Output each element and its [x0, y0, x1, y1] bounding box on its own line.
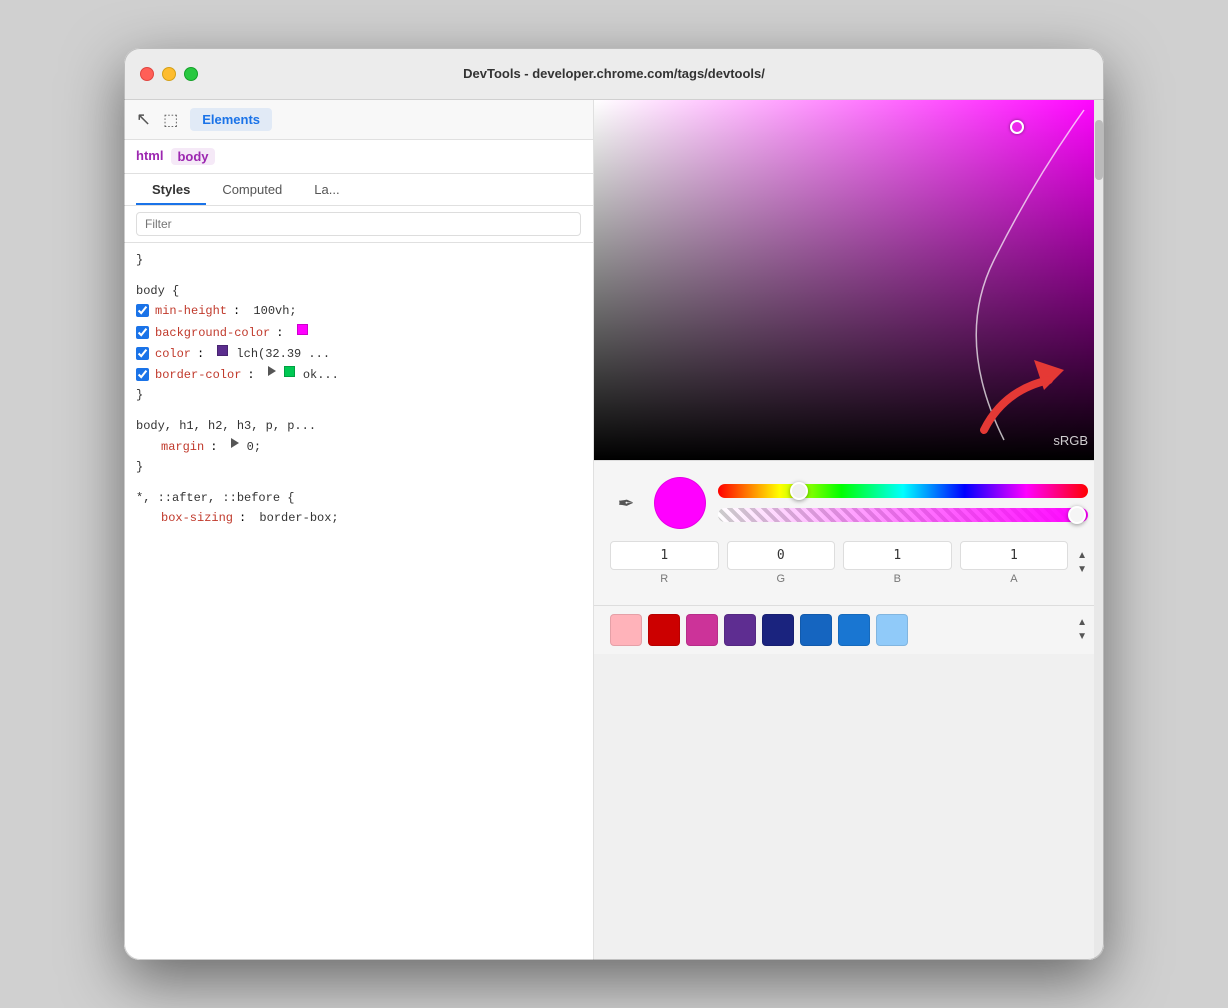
swatch-background-color[interactable]: [297, 324, 308, 335]
swatch-color[interactable]: [217, 345, 228, 356]
color-controls: ✒ R: [594, 460, 1104, 605]
tab-computed[interactable]: Computed: [206, 174, 298, 205]
css-line-color: color: lch(32.39 ...: [136, 344, 581, 365]
rgba-spinner-down[interactable]: ▼: [1076, 564, 1088, 576]
rgba-spinner-up[interactable]: ▲: [1076, 550, 1088, 562]
selector-universal: *, ::after, ::before {: [136, 491, 294, 505]
rgba-field-r: R: [610, 541, 719, 585]
swatch-4[interactable]: [762, 614, 794, 646]
right-scrollbar[interactable]: [1094, 100, 1104, 960]
swatch-3[interactable]: [724, 614, 756, 646]
color-gradient-inner[interactable]: [594, 100, 1104, 460]
checkbox-min-height[interactable]: [136, 304, 149, 317]
eyedropper-icon: ✒: [618, 491, 635, 516]
swatch-1[interactable]: [648, 614, 680, 646]
breadcrumb-html[interactable]: html: [136, 148, 163, 165]
window-title: DevTools - developer.chrome.com/tags/dev…: [463, 66, 765, 81]
minimize-button[interactable]: [162, 67, 176, 81]
css-line-background-color: background-color:: [136, 323, 581, 344]
rgba-input-g[interactable]: [727, 541, 836, 570]
gradient-cursor[interactable]: [1010, 120, 1024, 134]
rgba-label-a: A: [960, 573, 1069, 585]
css-rule-close-brace: }: [136, 251, 581, 270]
rgba-label-r: R: [610, 573, 719, 585]
swatch-6[interactable]: [838, 614, 870, 646]
color-gradient[interactable]: sRGB: [594, 100, 1104, 460]
swatch-5[interactable]: [800, 614, 832, 646]
swatch-2[interactable]: [686, 614, 718, 646]
maximize-button[interactable]: [184, 67, 198, 81]
filter-input[interactable]: [136, 212, 581, 236]
selector-body-headings: body, h1, h2, h3, p, p...: [136, 419, 316, 433]
rgba-field-a: A: [960, 541, 1069, 585]
css-line-border-color: border-color: ok...: [136, 365, 581, 386]
breadcrumb: html body: [124, 140, 593, 174]
browser-window: DevTools - developer.chrome.com/tags/dev…: [124, 48, 1104, 960]
rgba-inputs: R G B A ▲ ▼: [610, 541, 1088, 585]
srgb-label: sRGB: [1053, 433, 1088, 448]
color-preview-circle: [654, 477, 706, 529]
left-panel: ↖ ⬚ Elements html body Styles Computed L…: [124, 100, 594, 960]
checkbox-border-color[interactable]: [136, 368, 149, 381]
swatch-border-color[interactable]: [284, 366, 295, 377]
right-panel: sRGB ✒: [594, 100, 1104, 960]
rgba-input-a[interactable]: [960, 541, 1069, 570]
traffic-lights: [140, 67, 198, 81]
css-line-min-height: min-height: 100vh;: [136, 301, 581, 322]
rgba-input-r[interactable]: [610, 541, 719, 570]
triangle-icon-margin: [231, 438, 239, 448]
css-rule-body: body { min-height: 100vh; background-col…: [136, 282, 581, 405]
filter-bar: [124, 206, 593, 243]
swatches-spinner-down[interactable]: ▼: [1076, 631, 1088, 643]
tab-layout[interactable]: La...: [298, 174, 355, 205]
css-rule-body-headings: body, h1, h2, h3, p, p... margin: 0; }: [136, 417, 581, 477]
devtools-container: ↖ ⬚ Elements html body Styles Computed L…: [124, 100, 1104, 960]
css-content: } body { min-height: 100vh; background-c…: [124, 243, 593, 960]
alpha-slider[interactable]: [718, 508, 1088, 522]
swatches-spinner-up[interactable]: ▲: [1076, 617, 1088, 629]
hue-slider[interactable]: [718, 484, 1088, 498]
sub-tabs: Styles Computed La...: [124, 174, 593, 206]
sliders-col: [718, 484, 1088, 522]
swatch-0[interactable]: [610, 614, 642, 646]
css-line-box-sizing: box-sizing: border-box;: [136, 508, 581, 529]
eyedropper-button[interactable]: ✒: [610, 487, 642, 519]
css-line-margin: margin: 0;: [136, 437, 581, 458]
rgba-field-b: B: [843, 541, 952, 585]
close-button[interactable]: [140, 67, 154, 81]
titlebar: DevTools - developer.chrome.com/tags/dev…: [124, 48, 1104, 100]
devtools-toolbar: ↖ ⬚ Elements: [124, 100, 593, 140]
hue-thumb[interactable]: [790, 482, 808, 500]
scrollbar-thumb[interactable]: [1095, 120, 1103, 180]
tab-styles[interactable]: Styles: [136, 174, 206, 205]
rgba-input-b[interactable]: [843, 541, 952, 570]
triangle-icon-border: [268, 366, 276, 376]
breadcrumb-body[interactable]: body: [171, 148, 214, 165]
alpha-thumb[interactable]: [1068, 506, 1086, 524]
checkbox-background-color[interactable]: [136, 326, 149, 339]
color-preview-row: ✒: [610, 477, 1088, 529]
inspect-icon[interactable]: ⬚: [163, 110, 178, 130]
swatches-spinner: ▲ ▼: [1076, 617, 1088, 643]
tab-elements[interactable]: Elements: [190, 108, 272, 131]
devtools-tab-bar: Elements: [190, 108, 272, 131]
css-rule-universal: *, ::after, ::before { box-sizing: borde…: [136, 489, 581, 529]
checkbox-color[interactable]: [136, 347, 149, 360]
rgba-label-b: B: [843, 573, 952, 585]
rgba-label-g: G: [727, 573, 836, 585]
rgba-field-g: G: [727, 541, 836, 585]
selector-body: body {: [136, 284, 179, 298]
swatches-row: ▲ ▼: [594, 605, 1104, 654]
rgba-spinner: ▲ ▼: [1076, 550, 1088, 576]
swatch-7[interactable]: [876, 614, 908, 646]
cursor-icon[interactable]: ↖: [136, 109, 151, 130]
